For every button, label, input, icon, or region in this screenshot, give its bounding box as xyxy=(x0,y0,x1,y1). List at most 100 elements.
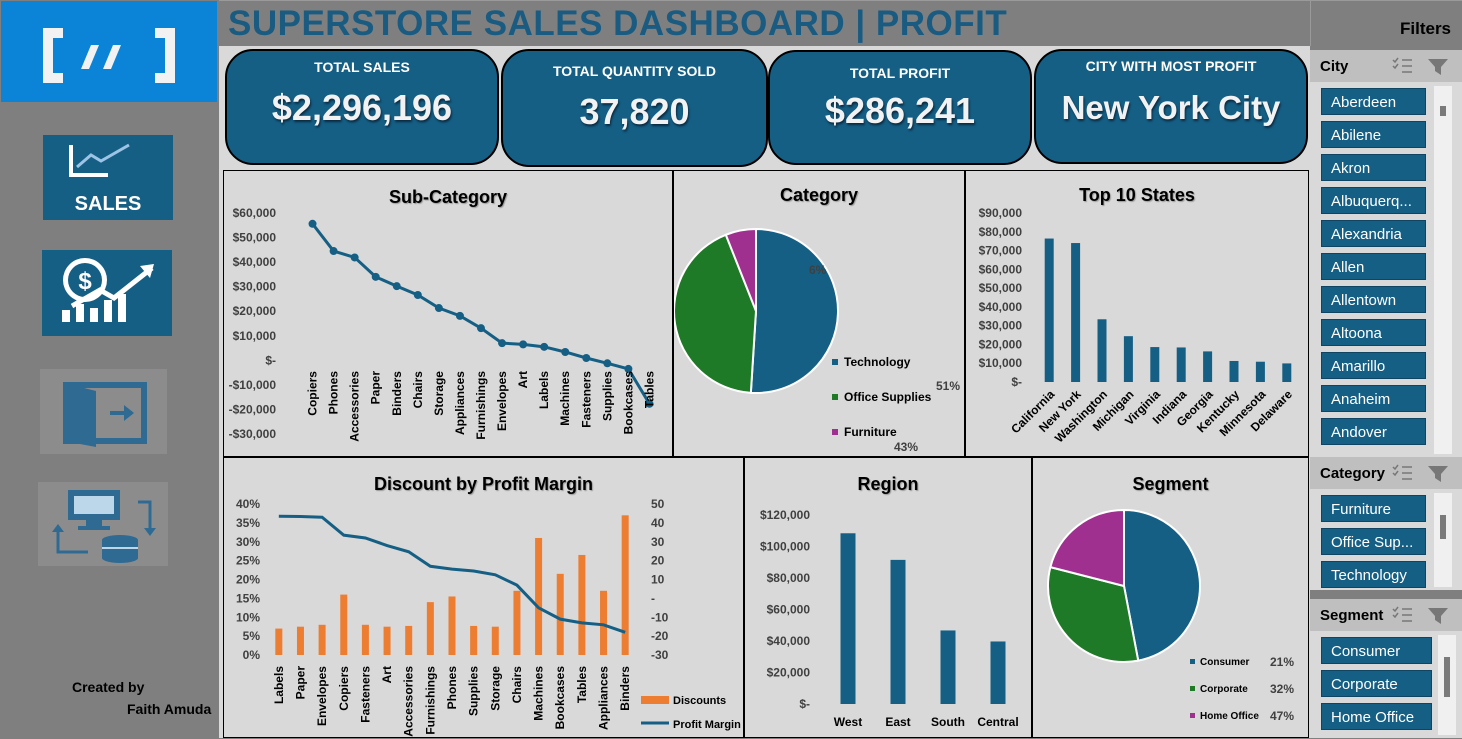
data-label: 51% xyxy=(936,379,960,393)
region-chart: $120,000 $100,000 $80,000 $60,000 $40,000 $20… xyxy=(760,508,1019,729)
x-tick-label: Central xyxy=(977,715,1018,729)
slicer-item[interactable]: Altoona xyxy=(1321,319,1426,346)
bar xyxy=(1044,238,1054,382)
x-tick-label: Appliances xyxy=(453,371,467,435)
y-tick-label: 15% xyxy=(236,591,260,605)
slicer-item[interactable]: Amarillo xyxy=(1321,352,1426,379)
pie-slice xyxy=(1123,508,1201,662)
nav-data-button[interactable] xyxy=(38,482,168,566)
multi-select-icon[interactable] xyxy=(1392,57,1412,73)
slicer-item[interactable]: Allentown xyxy=(1321,286,1426,313)
kpi-label: TOTAL SALES xyxy=(314,59,410,75)
slicer-item[interactable]: Abilene xyxy=(1321,121,1426,148)
x-tick-label: West xyxy=(834,715,862,729)
slicer-item[interactable]: Alexandria xyxy=(1321,220,1426,247)
slicer-item[interactable]: Aberdeen xyxy=(1321,88,1426,115)
y-tick-label: 35% xyxy=(236,516,260,530)
y-tick-label: $50,000 xyxy=(979,281,1023,295)
multi-select-icon[interactable] xyxy=(1392,464,1412,480)
bar xyxy=(1229,360,1239,382)
discount-bar xyxy=(578,554,586,655)
data-point xyxy=(498,339,507,348)
legend-label: Home Office xyxy=(1200,711,1259,722)
x-tick-label: Phones xyxy=(327,371,341,415)
discount-bar xyxy=(361,624,369,655)
x-tick-label: Tables xyxy=(575,666,589,703)
y-tick-label: $- xyxy=(1011,375,1022,389)
scroll-thumb[interactable] xyxy=(1440,515,1446,539)
kpi-label: TOTAL PROFIT xyxy=(849,65,951,81)
legend-swatch xyxy=(1190,659,1195,664)
y2-tick-label: 10 xyxy=(651,573,665,587)
data-point xyxy=(434,304,443,313)
legend-swatch xyxy=(832,359,838,365)
slicer-item[interactable]: Allen xyxy=(1321,253,1426,280)
data-label: 43% xyxy=(894,440,918,454)
data-label: 6% xyxy=(809,263,827,277)
x-tick-label: Labels xyxy=(537,371,551,409)
kpi-label: CITY WITH MOST PROFIT xyxy=(1085,58,1257,74)
x-tick-label: Envelopes xyxy=(315,666,329,726)
multi-select-icon[interactable] xyxy=(1392,606,1412,622)
slicer-tools xyxy=(1392,57,1448,75)
y-tick-label: $80,000 xyxy=(767,571,811,585)
y-tick-label: $100,000 xyxy=(760,540,810,554)
x-tick-label: Machines xyxy=(532,666,546,721)
discount-bar xyxy=(491,626,499,655)
slicer-item[interactable]: Office Sup... xyxy=(1321,528,1426,555)
discount-bar xyxy=(600,590,608,655)
clear-filter-icon[interactable] xyxy=(1428,466,1448,482)
y-tick-label: $20,000 xyxy=(979,337,1023,351)
city-slicer: City Aberdeen Abilene Akron Albuquerq... Ale… xyxy=(1310,50,1462,457)
legend-swatch xyxy=(832,429,838,435)
slicer-item[interactable]: Furniture xyxy=(1321,495,1426,522)
clear-filter-icon[interactable] xyxy=(1428,608,1448,624)
kpi-value: $286,241 xyxy=(824,90,976,131)
x-tick-label: Paper xyxy=(293,666,307,700)
legend-label: Discounts xyxy=(673,695,726,707)
category-scrollbar[interactable] xyxy=(1434,493,1452,587)
discount-bar xyxy=(556,573,564,655)
slicer-item[interactable]: Home Office xyxy=(1321,703,1432,730)
nav-exit-button[interactable] xyxy=(40,369,167,454)
nav-sales-label: SALES xyxy=(74,193,142,215)
y-tick-label: $30,000 xyxy=(979,319,1023,333)
nav-sales-button[interactable]: SALES xyxy=(43,135,173,220)
bar xyxy=(1255,361,1265,382)
y-tick-label: 5% xyxy=(243,629,261,643)
data-transfer-icon xyxy=(52,490,156,563)
slicer-item[interactable]: Corporate xyxy=(1321,670,1432,697)
clear-filter-icon[interactable] xyxy=(1428,59,1448,75)
created-by-label: Created by xyxy=(72,679,145,695)
slicer-item[interactable]: Albuquerq... xyxy=(1321,187,1426,214)
y-tick-label: 20% xyxy=(236,573,260,587)
kpi-city-most-profit: CITY WITH MOST PROFIT New York City xyxy=(1034,49,1308,164)
category-panel: Category Technology Office Supplies Furnit… xyxy=(673,170,965,457)
y-tick-label: -$30,000 xyxy=(229,427,277,441)
discount-bar xyxy=(535,537,543,655)
bar xyxy=(940,630,956,704)
slicer-item[interactable]: Technology xyxy=(1321,561,1426,588)
x-tick-label: Chairs xyxy=(411,371,425,409)
slicer-tools xyxy=(1392,606,1448,624)
scroll-thumb[interactable] xyxy=(1440,106,1446,116)
y-tick-label: 10% xyxy=(236,610,260,624)
y-tick-label: $70,000 xyxy=(979,244,1023,258)
legend-label: Office Supplies xyxy=(844,390,932,404)
slicer-item[interactable]: Consumer xyxy=(1321,637,1432,664)
slicer-item[interactable]: Akron xyxy=(1321,154,1426,181)
y-tick-label: 30% xyxy=(236,535,260,549)
y-tick-label: 25% xyxy=(236,554,260,568)
bar xyxy=(890,559,906,704)
legend-swatch xyxy=(1190,713,1195,718)
kpi-total-profit: TOTAL PROFIT $286,241 xyxy=(768,50,1032,165)
legend-swatch xyxy=(1190,686,1195,691)
slicer-item[interactable]: Anaheim xyxy=(1321,385,1426,412)
scroll-thumb[interactable] xyxy=(1444,657,1450,697)
nav-profit-button[interactable]: $ xyxy=(42,250,172,336)
discount-bar xyxy=(340,594,348,655)
y2-tick-label: -20 xyxy=(651,629,669,643)
segment-scrollbar[interactable] xyxy=(1438,635,1456,735)
city-scrollbar[interactable] xyxy=(1434,86,1452,454)
slicer-item[interactable]: Andover xyxy=(1321,418,1426,445)
